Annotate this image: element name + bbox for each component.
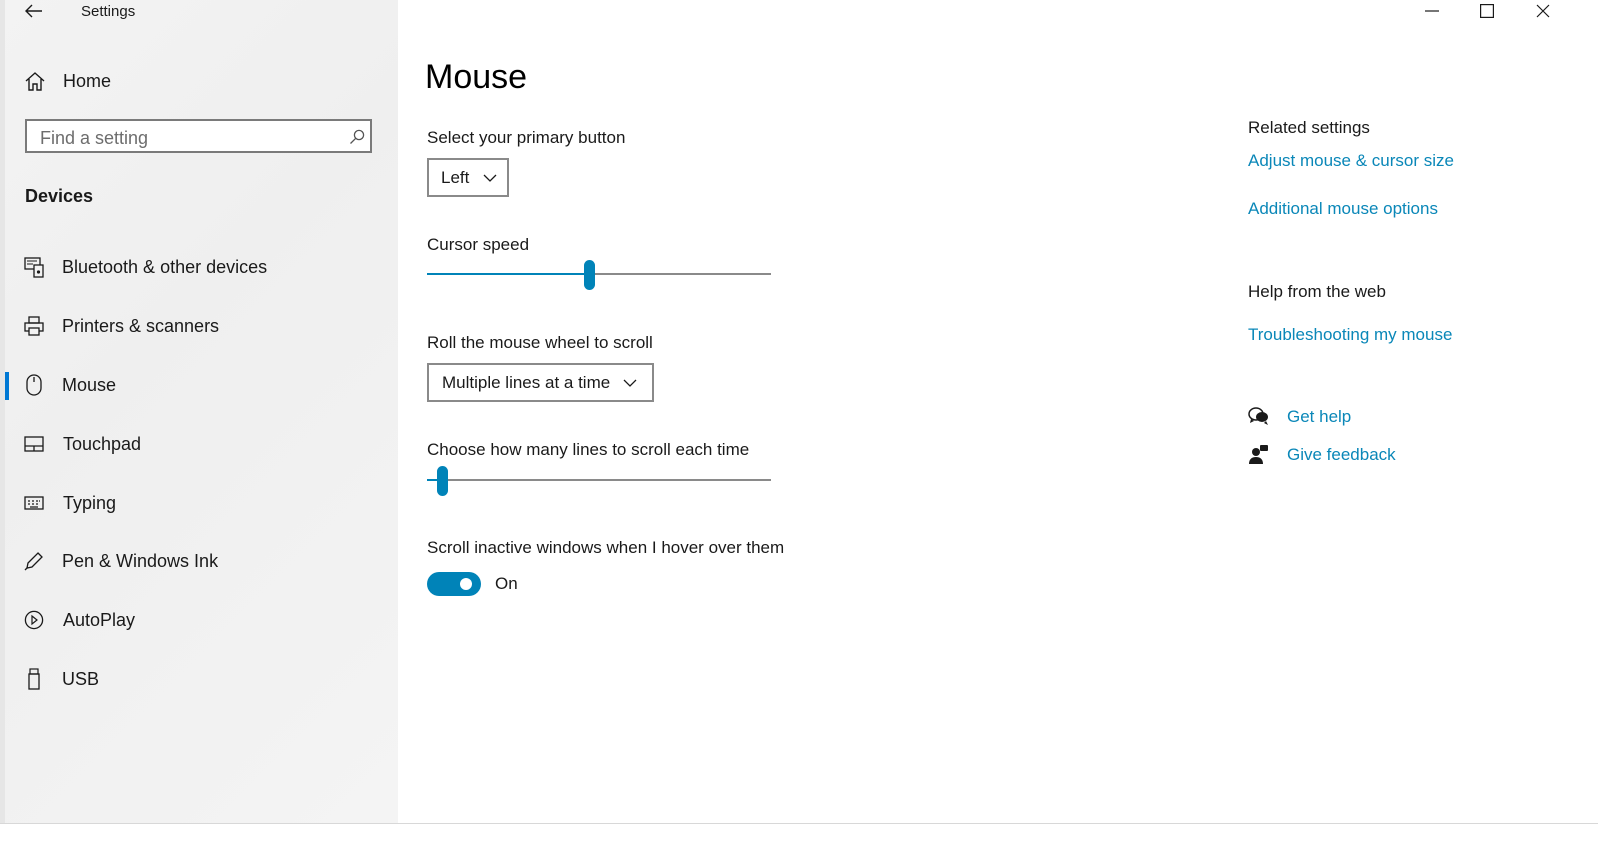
get-help-link[interactable]: Get help xyxy=(1287,407,1351,427)
sidebar-item-mouse[interactable]: Mouse xyxy=(62,375,116,396)
help-heading: Help from the web xyxy=(1248,282,1386,301)
minimize-icon[interactable] xyxy=(1420,0,1444,22)
scroll-mode-dropdown[interactable]: Multiple lines at a time xyxy=(427,363,654,402)
chevron-down-icon xyxy=(623,379,637,387)
search-placeholder: Find a setting xyxy=(40,128,149,148)
close-icon[interactable] xyxy=(1531,0,1555,22)
pen-icon xyxy=(23,550,45,572)
window-left-edge xyxy=(0,0,5,843)
maximize-icon[interactable] xyxy=(1475,0,1499,22)
chevron-down-icon xyxy=(483,174,497,182)
toggle-knob xyxy=(460,578,472,590)
scroll-inactive-toggle[interactable] xyxy=(427,572,481,596)
home-icon xyxy=(24,70,46,92)
active-indicator xyxy=(5,372,9,400)
usb-icon xyxy=(24,667,44,691)
cursor-speed-slider[interactable] xyxy=(427,260,771,290)
slider-thumb[interactable] xyxy=(437,466,448,496)
primary-button-dropdown[interactable]: Left xyxy=(427,158,509,197)
search-input[interactable]: Find a setting xyxy=(25,119,372,153)
slider-track xyxy=(427,479,771,481)
bluetooth-devices-icon xyxy=(23,256,45,278)
printer-icon xyxy=(23,315,45,337)
sidebar-item-typing[interactable]: Typing xyxy=(63,493,116,514)
primary-button-value: Left xyxy=(441,167,470,187)
page-title: Mouse xyxy=(425,58,528,96)
feedback-icon xyxy=(1247,443,1271,465)
additional-mouse-options-link[interactable]: Additional mouse options xyxy=(1248,199,1438,219)
sidebar-item-touchpad[interactable]: Touchpad xyxy=(63,434,141,455)
related-settings-heading: Related settings xyxy=(1248,118,1370,137)
primary-button-label: Select your primary button xyxy=(427,128,626,147)
window-bottom-edge xyxy=(0,823,1598,844)
touchpad-icon xyxy=(23,433,45,455)
sidebar-item-pen[interactable]: Pen & Windows Ink xyxy=(62,551,218,572)
scroll-lines-label: Choose how many lines to scroll each tim… xyxy=(427,440,750,459)
slider-fill xyxy=(427,273,590,275)
back-arrow-icon[interactable] xyxy=(22,0,46,22)
toggle-state: On xyxy=(495,574,518,593)
sidebar-item-printers[interactable]: Printers & scanners xyxy=(62,316,219,337)
cursor-speed-label: Cursor speed xyxy=(427,235,530,254)
give-feedback-link[interactable]: Give feedback xyxy=(1287,445,1396,465)
sidebar-item-usb[interactable]: USB xyxy=(62,669,99,690)
sidebar-item-bluetooth[interactable]: Bluetooth & other devices xyxy=(62,257,267,278)
slider-thumb[interactable] xyxy=(584,260,595,290)
search-icon[interactable] xyxy=(348,128,366,146)
window-title: Settings xyxy=(81,3,136,20)
troubleshooting-link[interactable]: Troubleshooting my mouse xyxy=(1248,325,1452,345)
sidebar-item-autoplay[interactable]: AutoPlay xyxy=(63,610,135,631)
scroll-lines-slider[interactable] xyxy=(427,465,771,496)
scroll-inactive-label: Scroll inactive windows when I hover ove… xyxy=(427,538,785,557)
keyboard-icon xyxy=(23,492,45,514)
section-heading: Devices xyxy=(25,186,94,206)
chat-help-icon xyxy=(1247,405,1271,427)
scroll-mode-label: Roll the mouse wheel to scroll xyxy=(427,333,653,352)
nav-home[interactable]: Home xyxy=(63,71,111,92)
mouse-icon xyxy=(24,373,44,397)
adjust-cursor-size-link[interactable]: Adjust mouse & cursor size xyxy=(1248,151,1454,171)
scroll-mode-value: Multiple lines at a time xyxy=(442,372,611,392)
autoplay-icon xyxy=(23,609,45,631)
